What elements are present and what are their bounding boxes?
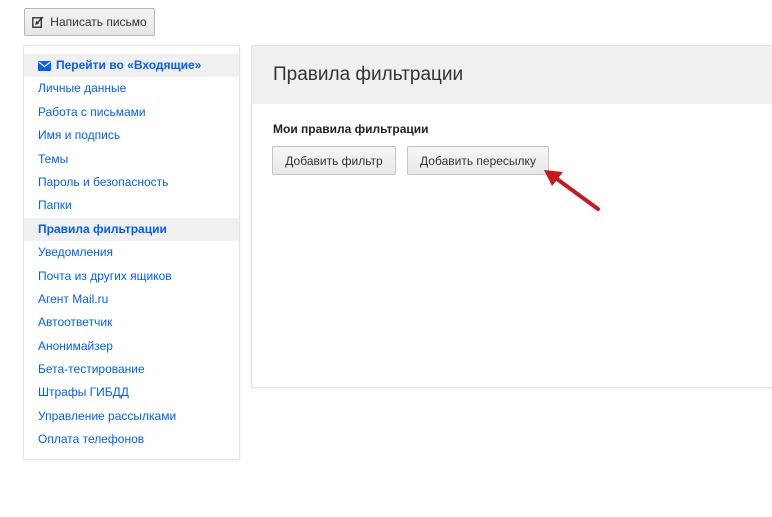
sidebar-item-label: Штрафы ГИБДД (38, 385, 129, 400)
sidebar-item-traffic-fines[interactable]: Штрафы ГИБДД (24, 381, 239, 404)
settings-sidebar: Перейти во «Входящие» Личные данные Рабо… (23, 45, 240, 460)
sidebar-item-label: Перейти во «Входящие» (56, 58, 202, 72)
sidebar-item-label: Бета-тестирование (38, 362, 145, 377)
page-title: Правила фильтрации (273, 64, 464, 85)
envelope-icon (38, 60, 51, 71)
sidebar-item-name-signature[interactable]: Имя и подпись (24, 124, 239, 147)
sidebar-item-notifications[interactable]: Уведомления (24, 241, 239, 264)
sidebar-item-themes[interactable]: Темы (24, 148, 239, 171)
panel-header: Правила фильтрации (252, 46, 772, 104)
sidebar-item-label: Автоответчик (38, 315, 113, 330)
sidebar-item-folders[interactable]: Папки (24, 194, 239, 217)
sidebar-item-personal-data[interactable]: Личные данные (24, 77, 239, 100)
sidebar-item-filter-rules[interactable]: Правила фильтрации (24, 217, 239, 242)
compose-icon (32, 16, 44, 28)
sidebar-item-label: Имя и подпись (38, 128, 121, 143)
sidebar-item-newsletters[interactable]: Управление рассылками (24, 405, 239, 428)
add-forward-button[interactable]: Добавить пересылку (407, 146, 549, 175)
compose-button[interactable]: Написать письмо (24, 8, 155, 36)
settings-nav: Перейти во «Входящие» Личные данные Рабо… (24, 46, 239, 452)
sidebar-item-label: Пароль и безопасность (38, 174, 169, 189)
sidebar-item-label: Агент Mail.ru (38, 291, 109, 306)
sidebar-item-label: Папки (38, 198, 72, 213)
compose-button-label: Написать письмо (50, 15, 147, 29)
sidebar-item-anonymizer[interactable]: Анонимайзер (24, 335, 239, 358)
sidebar-item-beta-testing[interactable]: Бета-тестирование (24, 358, 239, 381)
sidebar-item-other-mailboxes[interactable]: Почта из других ящиков (24, 265, 239, 288)
sidebar-item-label: Работа с письмами (38, 104, 146, 119)
sidebar-item-label: Темы (38, 151, 69, 166)
sidebar-item-password-security[interactable]: Пароль и безопасность (24, 171, 239, 194)
sidebar-item-label: Анонимайзер (38, 338, 113, 353)
sidebar-item-label: Управление рассылками (38, 408, 177, 423)
sidebar-item-label: Оплата телефонов (38, 432, 145, 447)
sidebar-item-label: Правила фильтрации (38, 221, 167, 236)
sidebar-item-go-to-inbox[interactable]: Перейти во «Входящие» (24, 54, 239, 78)
sidebar-item-label: Личные данные (38, 81, 127, 96)
sidebar-item-label: Уведомления (38, 245, 114, 260)
sidebar-item-label: Почта из других ящиков (38, 268, 172, 283)
sidebar-item-phone-payments[interactable]: Оплата телефонов (24, 428, 239, 451)
section-title: Мои правила фильтрации (273, 122, 429, 136)
filter-rules-panel: Правила фильтрации Мои правила фильтраци… (251, 45, 772, 388)
add-filter-button[interactable]: Добавить фильтр (272, 146, 396, 175)
sidebar-item-autoresponder[interactable]: Автоответчик (24, 311, 239, 334)
sidebar-item-mail-handling[interactable]: Работа с письмами (24, 101, 239, 124)
sidebar-item-mail-agent[interactable]: Агент Mail.ru (24, 288, 239, 311)
